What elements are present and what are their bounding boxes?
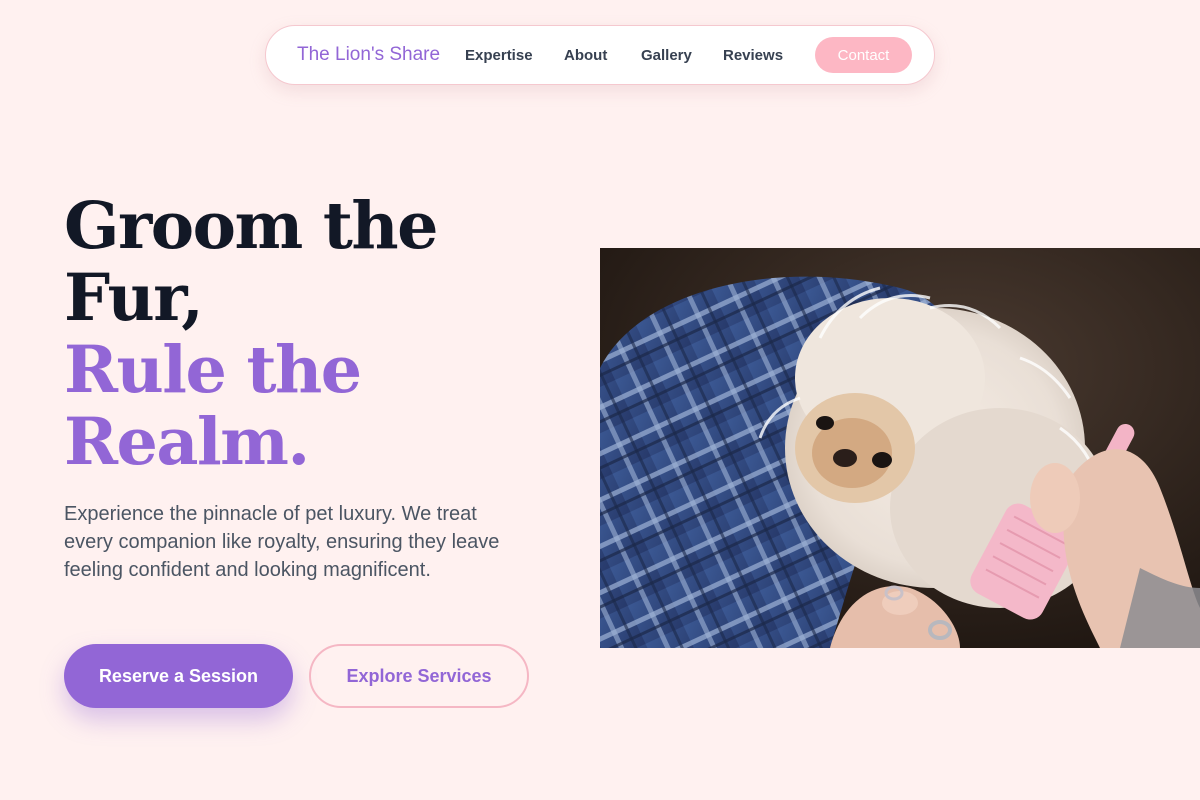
headline-line-2: Fur, (64, 260, 204, 336)
hero-description: Experience the pinnacle of pet luxury. W… (64, 503, 500, 581)
nav-link-gallery[interactable]: Gallery (641, 47, 692, 64)
explore-services-button[interactable]: Explore Services (309, 644, 529, 708)
brand-logo-text[interactable]: The Lion's Share (297, 44, 440, 66)
headline-accent-line-1: Rule the (64, 332, 362, 408)
nav-link-expertise[interactable]: Expertise (465, 47, 533, 64)
nav-link-reviews[interactable]: Reviews (723, 47, 783, 64)
top-navigation: The Lion's Share Expertise About Gallery… (265, 25, 935, 85)
headline-line-1: Groom the (64, 188, 439, 264)
headline-accent-line-2: Realm. (64, 404, 310, 480)
hero-headline: Groom the Fur, Rule the Realm. (64, 190, 584, 478)
nav-link-about[interactable]: About (564, 47, 607, 64)
contact-button[interactable]: Contact (815, 37, 912, 73)
reserve-session-button[interactable]: Reserve a Session (64, 644, 293, 708)
hero-dog-photo (600, 248, 1200, 648)
